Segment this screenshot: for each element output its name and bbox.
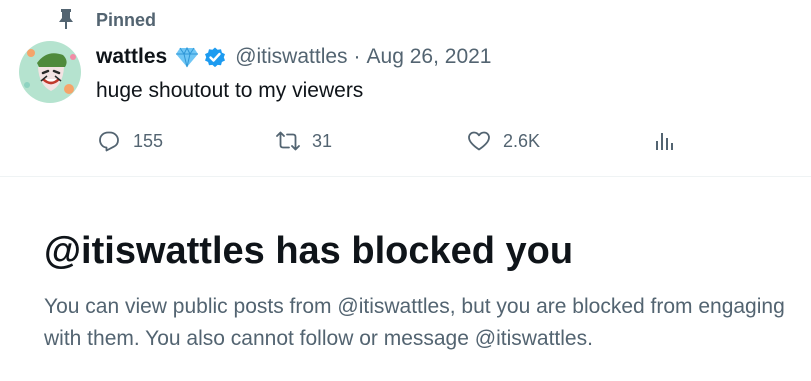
verified-icon[interactable]: [203, 45, 227, 69]
heart-icon: [468, 131, 490, 151]
blocked-description: You can view public posts from @itiswatt…: [44, 295, 785, 350]
repost-icon: [276, 131, 300, 151]
blocked-title: @itiswattles has blocked you: [44, 230, 574, 272]
reply-icon: [99, 131, 119, 152]
avatar[interactable]: [19, 41, 81, 103]
tweet-text: huge shoutout to my viewers: [96, 79, 364, 102]
tweet-header: wattles @itiswattles · Aug 26, 2021: [96, 43, 492, 71]
views-icon: [656, 133, 673, 150]
like-count: 2.6K: [503, 130, 541, 151]
repost-button[interactable]: 31: [276, 127, 332, 155]
reply-button[interactable]: 155: [97, 127, 163, 155]
pin-icon: [59, 9, 73, 29]
tweet-date[interactable]: Aug 26, 2021: [367, 45, 492, 69]
reply-count: 155: [133, 130, 164, 151]
pinned-label: Pinned: [96, 10, 157, 30]
divider: [0, 176, 811, 177]
display-name[interactable]: wattles: [96, 45, 167, 69]
separator-dot: ·: [353, 45, 361, 68]
views-button[interactable]: [653, 127, 689, 155]
like-button[interactable]: 2.6K: [467, 127, 540, 155]
gem-icon: [176, 46, 199, 68]
handle[interactable]: @itiswattles: [235, 45, 347, 69]
repost-count: 31: [312, 130, 333, 151]
